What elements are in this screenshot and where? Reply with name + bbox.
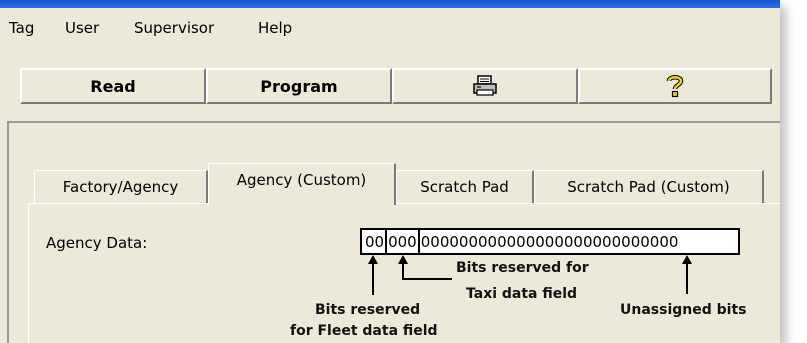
tab-factory-agency[interactable]: Factory/Agency	[34, 170, 208, 204]
agency-data-label: Agency Data:	[46, 234, 148, 252]
menu-item-help[interactable]: Help	[256, 19, 294, 37]
unassigned-bits: 000000000000000000000000000	[420, 232, 679, 251]
program-button[interactable]: Program	[206, 68, 392, 104]
taxi-annotation-line1: Bits reserved for	[456, 260, 589, 276]
unassigned-arrow-line	[686, 262, 688, 294]
menu-item-tag[interactable]: Tag	[7, 19, 36, 37]
tab-agency-custom-label: Agency (Custom)	[236, 171, 367, 189]
tab-scratch-pad-custom-label: Scratch Pad (Custom)	[567, 178, 730, 196]
menu-item-supervisor[interactable]: Supervisor	[132, 19, 216, 37]
read-button-label: Read	[90, 76, 136, 96]
program-button-label: Program	[260, 76, 338, 96]
tab-scratch-pad[interactable]: Scratch Pad	[396, 170, 534, 204]
taxi-arrow-connector	[402, 278, 452, 280]
print-button[interactable]	[392, 68, 578, 104]
tab-factory-agency-label: Factory/Agency	[62, 178, 179, 196]
help-button[interactable]	[578, 68, 772, 104]
fleet-bits: 00	[365, 232, 385, 251]
menu-bar: Tag User Supervisor Help	[0, 8, 780, 50]
read-button[interactable]: Read	[20, 68, 206, 104]
unassigned-annotation: Unassigned bits	[620, 302, 747, 318]
printer-icon	[472, 75, 498, 97]
question-mark-icon	[666, 74, 684, 98]
fleet-annotation-line1: Bits reserved	[315, 302, 421, 318]
taxi-divider	[417, 230, 420, 253]
agency-data-field[interactable]: 00 000 000000000000000000000000000	[360, 228, 740, 255]
taxi-bits: 000	[388, 232, 417, 251]
title-bar-strip	[0, 0, 780, 8]
fleet-arrow-line	[372, 262, 374, 295]
fleet-divider	[385, 230, 388, 253]
taxi-annotation-line2: Taxi data field	[466, 286, 578, 302]
fleet-annotation-line2: for Fleet data field	[290, 323, 438, 339]
tab-scratch-pad-label: Scratch Pad	[420, 178, 509, 196]
tab-content-area	[28, 203, 780, 343]
tab-agency-custom[interactable]: Agency (Custom)	[208, 163, 396, 205]
app-window: Tag User Supervisor Help Read Program Fa…	[0, 0, 780, 343]
tab-scratch-pad-custom[interactable]: Scratch Pad (Custom)	[534, 170, 764, 204]
menu-item-user[interactable]: User	[63, 19, 101, 37]
toolbar: Read Program	[0, 50, 780, 120]
